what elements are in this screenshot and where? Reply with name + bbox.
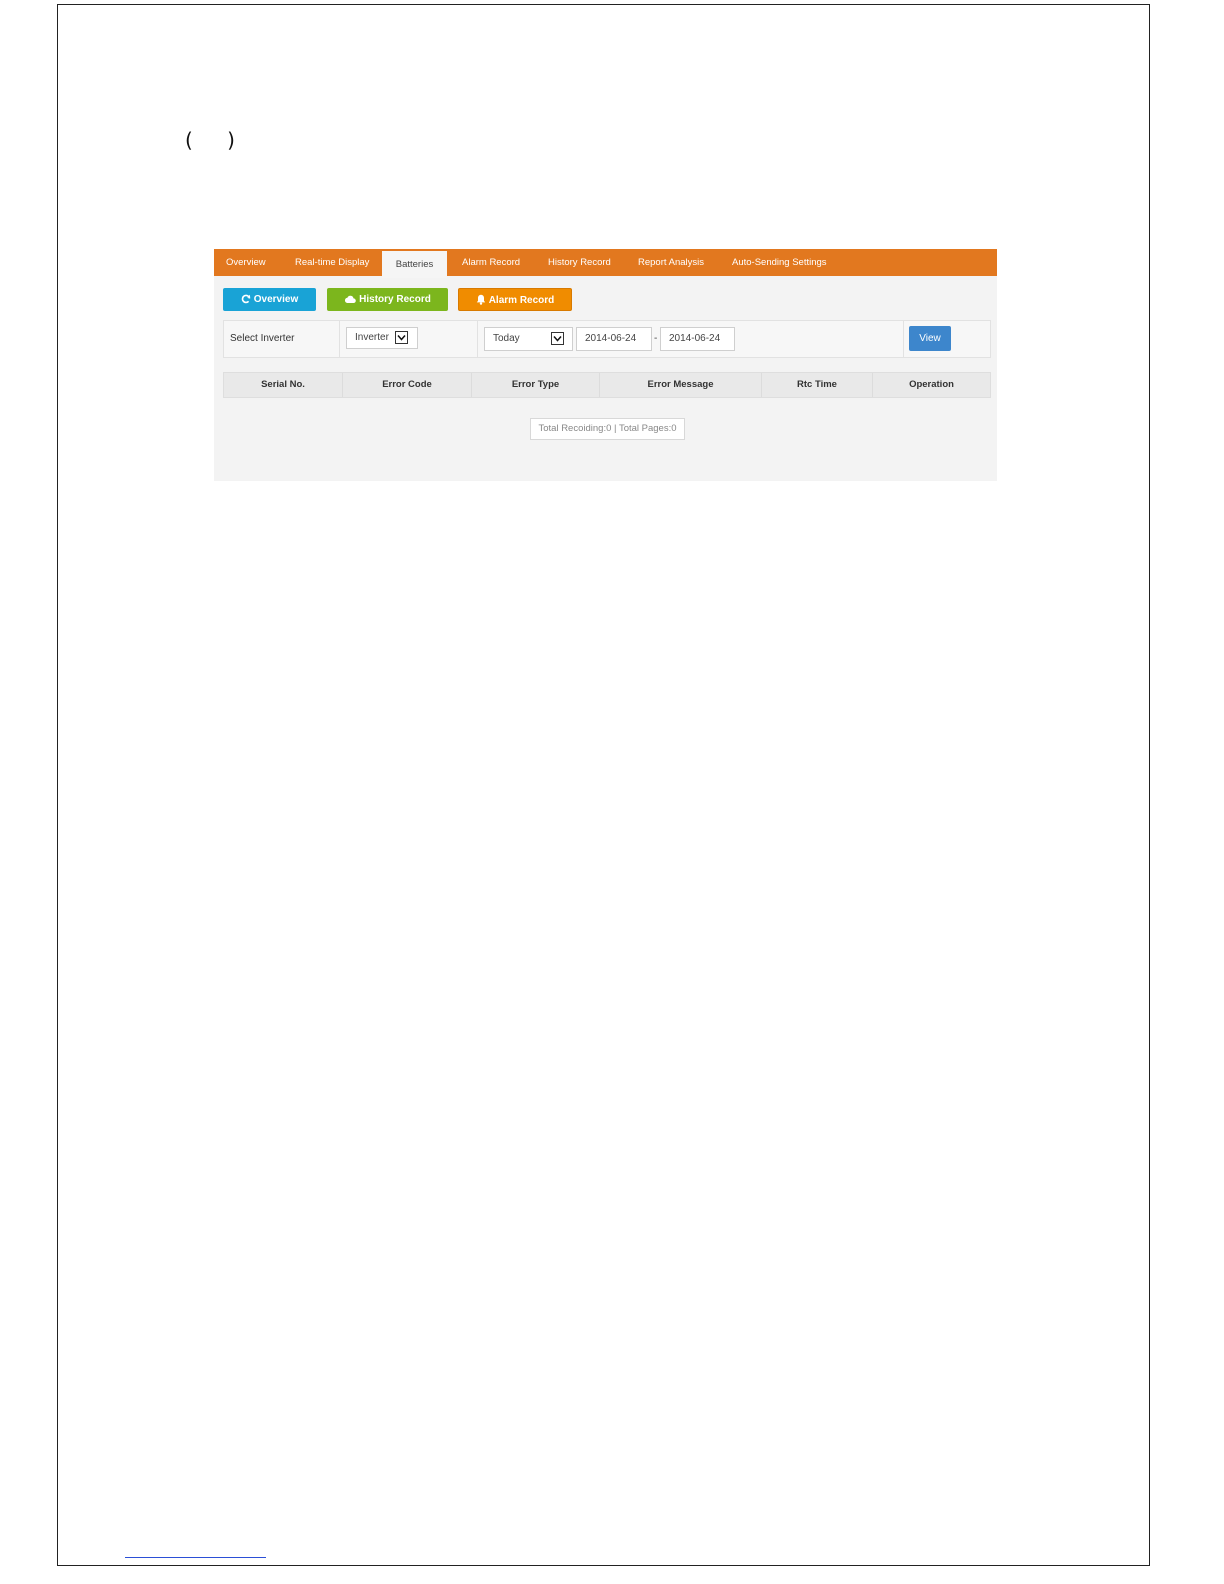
alarm-record-button[interactable]: Alarm Record — [458, 288, 572, 311]
period-select-value: Today — [493, 333, 520, 344]
tab-report-analysis[interactable]: Report Analysis — [638, 249, 704, 276]
column-error-type: Error Type — [472, 373, 600, 397]
tab-real-time-display[interactable]: Real-time Display — [295, 249, 369, 276]
inverter-select-value: Inverter — [355, 332, 389, 343]
end-date-input[interactable]: 2014-06-24 — [660, 327, 735, 351]
refresh-icon — [241, 294, 254, 305]
period-select[interactable]: Today — [484, 327, 573, 351]
tab-bar: Overview Real-time Display Batteries Ala… — [214, 249, 997, 278]
tab-auto-sending-settings[interactable]: Auto-Sending Settings — [732, 249, 827, 276]
view-button[interactable]: View — [909, 326, 951, 351]
bell-icon — [476, 294, 489, 306]
column-operation: Operation — [909, 379, 954, 390]
column-rtc-time: Rtc Time — [762, 373, 873, 397]
overview-button[interactable]: Overview — [223, 288, 316, 311]
divider — [477, 321, 478, 357]
filter-bar: Select Inverter Inverter Today 2014-06-2… — [223, 320, 991, 358]
pagination-summary: Total Recoiding:0 | Total Pages:0 — [530, 418, 685, 440]
footnote-rule — [125, 1557, 266, 1558]
tab-alarm-record[interactable]: Alarm Record — [462, 249, 520, 276]
cloud-icon — [344, 294, 359, 305]
tab-history-record[interactable]: History Record — [548, 249, 611, 276]
divider — [903, 321, 904, 357]
divider — [339, 321, 340, 357]
date-separator: - — [654, 333, 658, 344]
column-serial-no: Serial No. — [224, 373, 343, 397]
history-record-button-label: History Record — [359, 294, 431, 305]
tab-batteries[interactable]: Batteries — [382, 251, 447, 278]
chevron-down-icon — [551, 332, 564, 345]
app-screenshot: Overview Real-time Display Batteries Ala… — [214, 249, 997, 481]
inverter-select[interactable]: Inverter — [346, 327, 418, 349]
page-border — [57, 4, 1150, 1566]
blank-parentheses: ( ) — [185, 128, 249, 152]
start-date-input[interactable]: 2014-06-24 — [576, 327, 652, 351]
column-error-code: Error Code — [343, 373, 472, 397]
table-header: Serial No. Error Code Error Type Error M… — [223, 372, 991, 398]
select-inverter-label: Select Inverter — [230, 333, 295, 344]
overview-button-label: Overview — [253, 294, 299, 305]
alarm-record-button-label: Alarm Record — [488, 295, 555, 306]
tab-overview[interactable]: Overview — [226, 249, 266, 276]
column-error-message: Error Message — [600, 373, 762, 397]
chevron-down-icon — [395, 331, 408, 344]
history-record-button[interactable]: History Record — [327, 288, 448, 311]
